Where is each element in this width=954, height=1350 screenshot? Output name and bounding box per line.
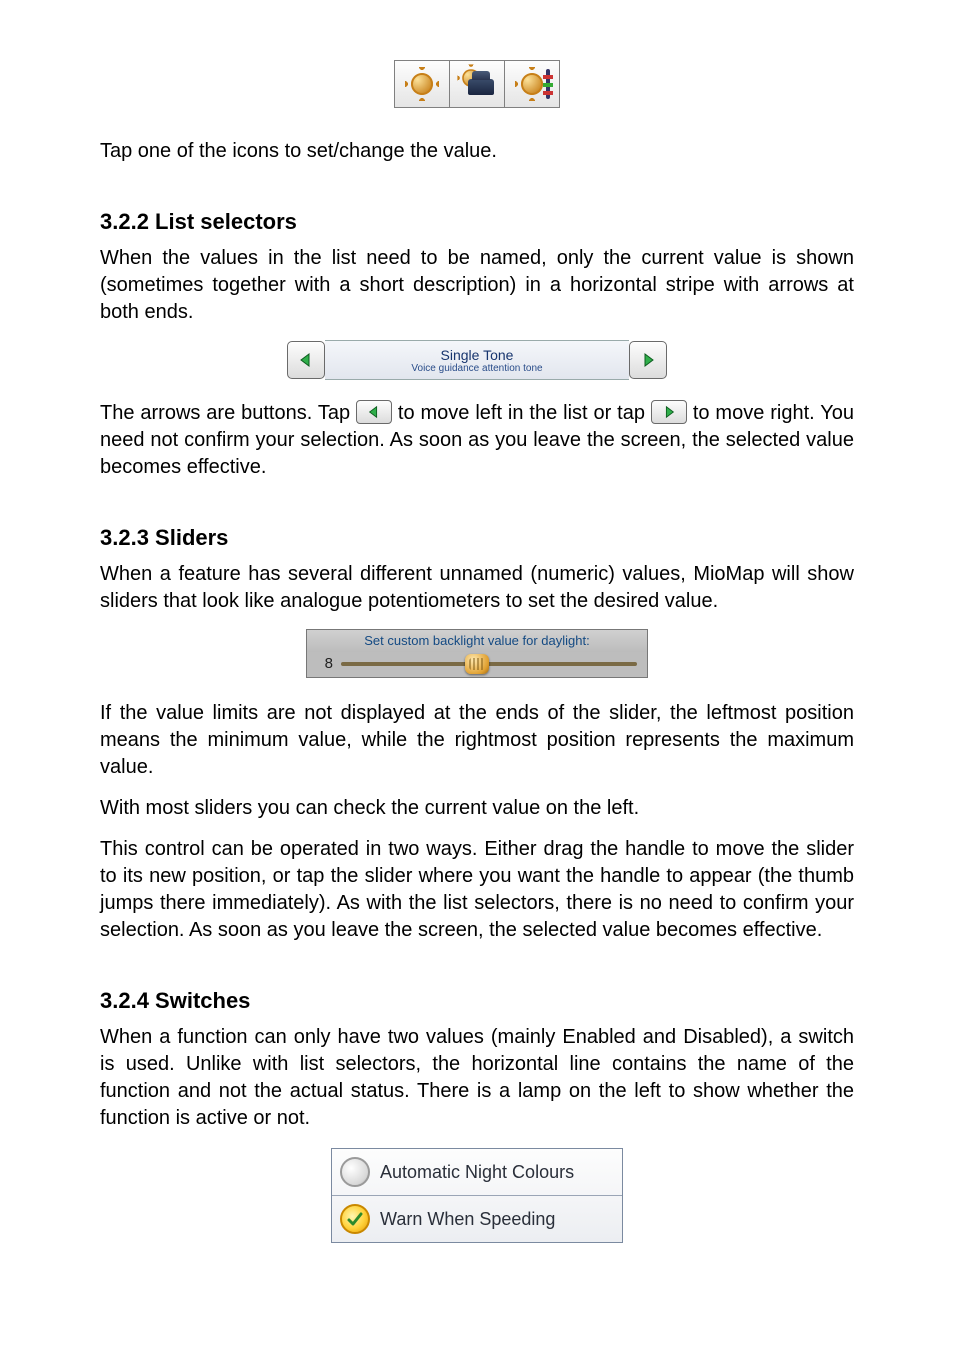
icon-option-2[interactable]	[450, 61, 505, 107]
list-selector-subtitle: Voice guidance attention tone	[411, 363, 542, 374]
vertical-slider-icon	[546, 69, 550, 99]
icon-option-3[interactable]	[505, 61, 559, 107]
list-selectors-para2: The arrows are buttons. Tap to move left…	[100, 400, 854, 481]
lamp-off-icon	[340, 1157, 370, 1187]
text-fragment: to move left in the list or tap	[398, 402, 651, 424]
arrow-left-icon	[298, 352, 314, 368]
sliders-para2: If the value limits are not displayed at…	[100, 700, 854, 781]
heading-list-selectors: 3.2.2 List selectors	[100, 209, 854, 235]
switch-auto-night-colours[interactable]: Automatic Night Colours	[332, 1149, 622, 1196]
list-selector-left-button[interactable]	[287, 341, 325, 379]
slider-title: Set custom backlight value for daylight:	[307, 630, 647, 652]
switch-label: Automatic Night Colours	[380, 1162, 574, 1183]
text-fragment: The arrows are buttons. Tap	[100, 402, 356, 424]
icon-strip-inner	[394, 60, 560, 108]
heading-switches: 3.2.4 Switches	[100, 988, 854, 1014]
arrow-left-icon	[367, 405, 381, 419]
icon-strip	[100, 60, 854, 108]
list-selector-value: Single Tone Voice guidance attention ton…	[325, 340, 629, 380]
list-selector-title: Single Tone	[441, 347, 514, 363]
arrow-right-icon	[640, 352, 656, 368]
list-selectors-para1: When the values in the list need to be n…	[100, 245, 854, 326]
list-selector-right-button[interactable]	[629, 341, 667, 379]
intro-paragraph: Tap one of the icons to set/change the v…	[100, 138, 854, 165]
switches-figure: Automatic Night Colours Warn When Speedi…	[100, 1148, 854, 1243]
sliders-para3: With most sliders you can check the curr…	[100, 795, 854, 822]
heading-sliders: 3.2.3 Sliders	[100, 525, 854, 551]
sliders-para4: This control can be operated in two ways…	[100, 836, 854, 944]
slider-figure: Set custom backlight value for daylight:…	[100, 629, 854, 678]
inline-arrow-left-button[interactable]	[356, 400, 392, 424]
gear-icon	[411, 73, 433, 95]
switch-label: Warn When Speeding	[380, 1209, 555, 1230]
list-selector-figure: Single Tone Voice guidance attention ton…	[100, 340, 854, 380]
lamp-on-icon	[340, 1204, 370, 1234]
gear-icon	[521, 73, 543, 95]
slider-track[interactable]	[341, 662, 637, 666]
switches-para1: When a function can only have two values…	[100, 1024, 854, 1132]
slider-thumb[interactable]	[465, 654, 489, 674]
check-icon	[346, 1210, 364, 1228]
arrow-right-icon	[662, 405, 676, 419]
inline-arrow-right-button[interactable]	[651, 400, 687, 424]
slider-current-value: 8	[317, 655, 333, 672]
car-icon	[468, 79, 494, 95]
icon-option-1[interactable]	[395, 61, 450, 107]
switch-warn-when-speeding[interactable]: Warn When Speeding	[332, 1196, 622, 1242]
sliders-para1: When a feature has several different unn…	[100, 561, 854, 615]
